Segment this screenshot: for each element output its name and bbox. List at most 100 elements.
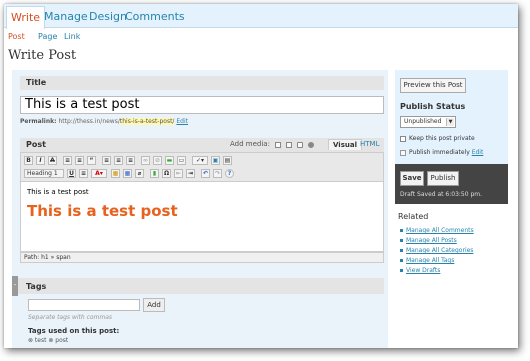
preview-post-button[interactable]: Preview this Post [400,78,466,93]
add-media-label: Add media: [230,140,270,148]
publish-button[interactable]: Publish [427,171,459,186]
remove-format-icon[interactable]: ⌀ [135,169,144,178]
subtab-page[interactable]: Page [38,32,57,41]
publish-immediately-label: Publish immediately [409,149,470,156]
publish-status-value: Unpublished [404,118,442,125]
list-item: Manage All Categories [400,246,474,256]
list-item: View Drafts [400,266,474,276]
related-link-posts[interactable]: Manage All Posts [406,237,457,244]
post-box-heading: Post [26,140,46,149]
related-link-drafts[interactable]: View Drafts [406,267,440,274]
post-title-input[interactable]: This is a test post [20,96,384,114]
bullet-icon [400,229,403,232]
insert-media-icon[interactable]: ▮ [150,169,159,178]
collapse-toggle-icon[interactable]: - [12,276,18,296]
blockquote-icon[interactable]: “ [87,156,96,165]
outdent-icon[interactable]: ⇤ [174,169,183,178]
paste-word-icon[interactable]: ▦ [123,169,132,178]
tab-design[interactable]: Design [89,10,127,23]
insert-more-icon[interactable]: ▬ [165,156,174,165]
save-button[interactable]: Save [400,171,424,186]
strikethrough-icon[interactable]: A [48,156,57,165]
keep-private-label: Keep this post private [409,135,475,142]
related-link-tags[interactable]: Manage All Tags [406,257,454,264]
tab-visual[interactable]: Visual [328,139,362,150]
related-links-list: Manage All Comments Manage All Posts Man… [400,226,474,276]
editor-toolbar: B I A ≡ ≡ “ ≡ ≡ ≡ ∞ ⊘ ▬ ▭ ✓▾ ▣ ▤ Heading… [20,152,384,182]
list-item: Manage All Comments [400,226,474,236]
keep-private-row: Keep this post private [400,135,475,142]
add-image-icon[interactable] [275,142,281,148]
add-video-icon[interactable] [286,142,292,148]
browser-frame: Write Manage Design Comments Post Page L… [4,4,518,348]
editor-paragraph-text: This is a test post [27,188,89,196]
tab-manage[interactable]: Manage [44,10,88,23]
publish-immediately-row: Publish immediately Edit [400,149,483,156]
bold-icon[interactable]: B [24,156,33,165]
related-link-comments[interactable]: Manage All Comments [406,227,474,234]
keep-private-checkbox[interactable] [400,135,406,142]
bullet-list-icon[interactable]: ≡ [63,156,72,165]
align-left-icon[interactable]: ≡ [102,156,111,165]
calendar-icon [400,149,406,156]
text-color-icon[interactable]: A▾ [91,169,107,178]
format-select[interactable]: Heading 1 [24,169,64,178]
align-right-icon[interactable]: ≡ [126,156,135,165]
post-box-header: Post Add media: Visual HTML [20,138,384,152]
related-link-categories[interactable]: Manage All Categories [406,247,473,254]
related-title: Related [398,212,429,221]
justify-icon[interactable]: ≡ [79,169,88,178]
tags-used-list[interactable]: ⊗ test ⊗ post [28,337,68,344]
list-item: Manage All Tags [400,256,474,266]
list-item: Manage All Posts [400,236,474,246]
subtab-link[interactable]: Link [64,32,80,41]
permalink-base: http://thess.in/news/ [58,118,120,125]
kitchen-sink-icon[interactable]: ▤ [223,156,232,165]
title-box-heading: Title [20,76,384,90]
fullscreen-icon[interactable]: ▣ [211,156,220,165]
link-icon[interactable]: ∞ [141,156,150,165]
main-tab-bar: Write Manage Design Comments [4,4,518,29]
page-break-icon[interactable]: ▭ [177,156,186,165]
subtab-post[interactable]: Post [8,32,25,41]
tags-box-header[interactable] [16,278,384,294]
tab-write[interactable]: Write [6,6,46,29]
italic-icon[interactable]: I [36,156,45,165]
editor-path-bar: Path: h1 » span [20,252,384,263]
bullet-icon [400,269,403,272]
add-audio-icon[interactable] [297,142,303,148]
tab-html[interactable]: HTML [360,140,379,148]
bullet-icon [400,259,403,262]
bullet-icon [400,249,403,252]
numbered-list-icon[interactable]: ≡ [75,156,84,165]
permalink-row: Permalink: http://thess.in/news/this-is-… [20,118,188,125]
indent-icon[interactable]: ⇥ [186,169,195,178]
publish-status-select[interactable]: Unpublished ▼ [400,116,456,128]
permalink-slug[interactable]: this-is-a-test-post/ [119,118,175,125]
tags-input[interactable] [28,299,140,311]
sub-tab-bar: Post Page Link [4,29,518,45]
underline-icon[interactable]: U [67,169,76,178]
editor-heading-text: This is a test post [27,202,178,220]
bullet-icon [400,239,403,242]
tags-used-label: Tags used on this post: [28,327,120,335]
special-char-icon[interactable]: Ω [162,169,171,178]
tags-hint: Separate tags with commas [28,314,113,321]
add-tag-button[interactable]: Add [143,298,165,312]
page-title: Write Post [8,48,77,63]
add-media-icon[interactable] [308,142,314,148]
chevron-down-icon: ▼ [446,118,454,126]
spellcheck-icon[interactable]: ✓▾ [192,156,208,165]
publish-status-title: Publish Status [400,102,466,111]
publish-edit-link[interactable]: Edit [472,149,484,156]
redo-icon[interactable]: ↷ [213,169,222,178]
draft-saved-status: Draft Saved at 6:03:50 pm. [400,191,483,198]
unlink-icon[interactable]: ⊘ [153,156,162,165]
align-center-icon[interactable]: ≡ [114,156,123,165]
undo-icon[interactable]: ↶ [201,169,210,178]
post-content-editor[interactable]: This is a test post This is a test post [20,182,384,252]
help-icon[interactable]: ? [225,169,234,178]
permalink-edit-link[interactable]: Edit [176,118,188,125]
tab-comments[interactable]: Comments [125,10,185,23]
paste-text-icon[interactable]: ▦ [111,169,120,178]
